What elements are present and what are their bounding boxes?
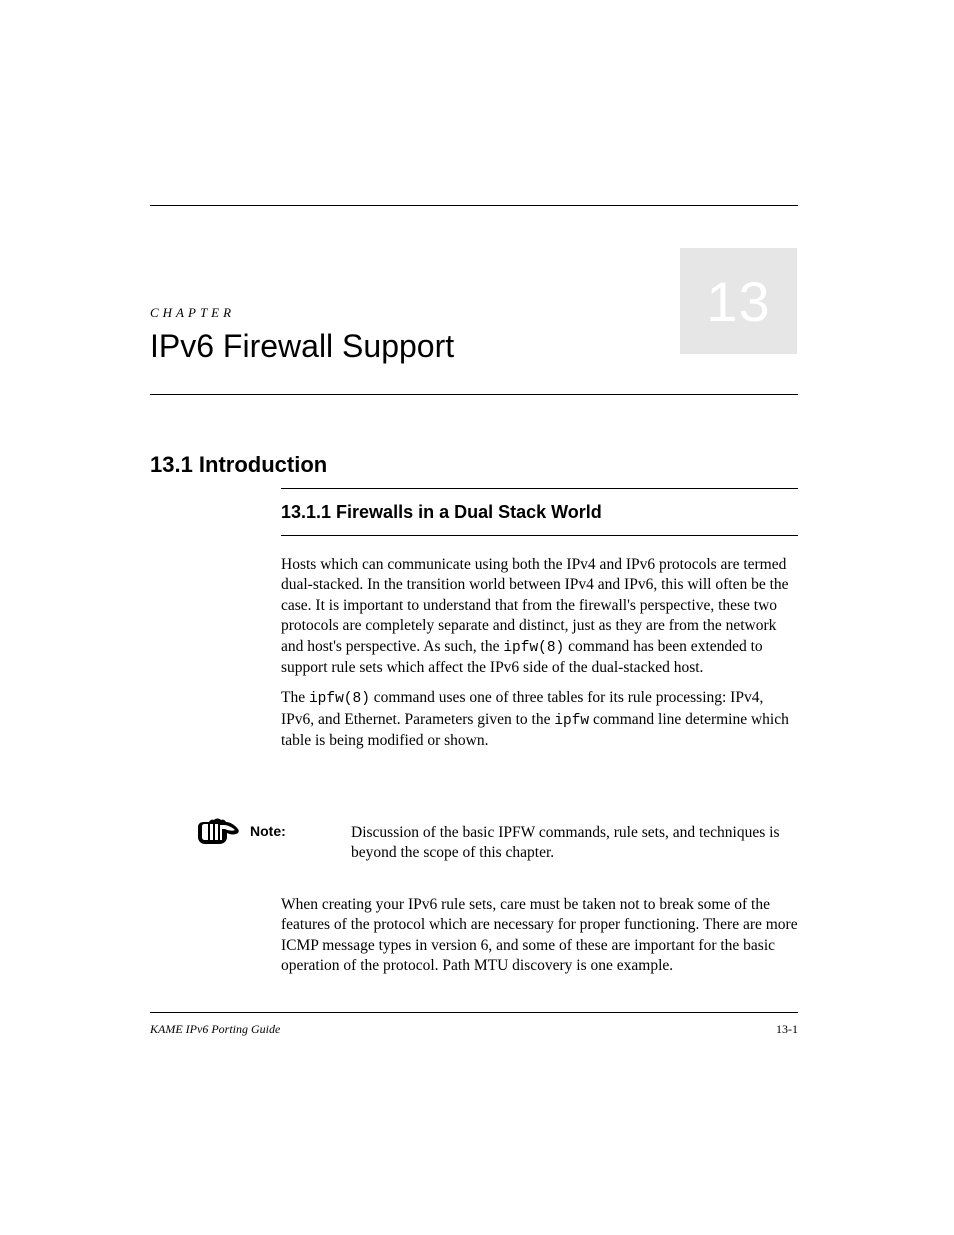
p2-code2: ipfw [554, 713, 589, 729]
p2-code1: ipfw(8) [309, 691, 370, 707]
chapter-label: CHAPTER [150, 305, 235, 321]
mid-rule [150, 394, 798, 395]
section-subheading: 13.1.1 Firewalls in a Dual Stack World [281, 502, 602, 523]
chapter-number-box: 13 [680, 248, 797, 354]
chapter-number: 13 [706, 269, 770, 334]
note-label: Note: [250, 823, 286, 839]
sub-rule-top [281, 488, 798, 489]
paragraph-3: When creating your IPv6 rule sets, care … [281, 895, 798, 977]
chapter-title: IPv6 Firewall Support [150, 328, 454, 365]
footer-left: KAME IPv6 Porting Guide [150, 1022, 280, 1037]
paragraph-2: The ipfw(8) command uses one of three ta… [281, 688, 798, 751]
section-heading: 13.1 Introduction [150, 452, 327, 478]
paragraph-1: Hosts which can communicate using both t… [281, 555, 798, 678]
pointing-hand-icon [195, 817, 241, 847]
top-rule [150, 205, 798, 206]
footer-right: 13-1 [776, 1022, 798, 1037]
body-text: Hosts which can communicate using both t… [281, 555, 798, 761]
bottom-rule [150, 1012, 798, 1013]
sub-rule-bottom [281, 535, 798, 536]
note-text: Discussion of the basic IPFW commands, r… [351, 823, 801, 864]
p2-a: The [281, 689, 309, 706]
body-text-2: When creating your IPv6 rule sets, care … [281, 895, 798, 977]
p1-code: ipfw(8) [503, 640, 564, 656]
